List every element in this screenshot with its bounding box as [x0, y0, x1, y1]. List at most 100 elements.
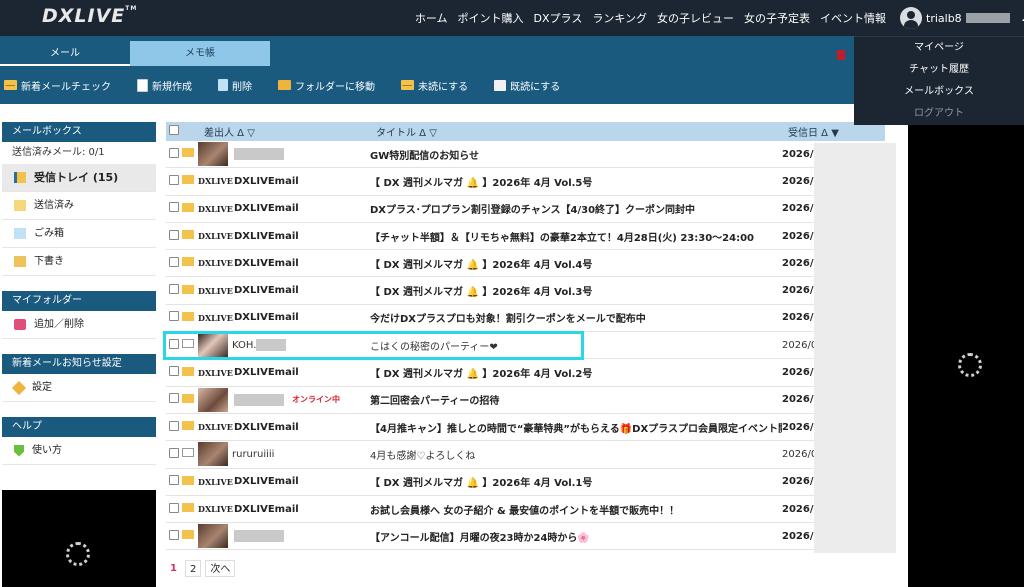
top-navbar: DXLIVETM ホーム ポイント購入 DXプラス ランキング 女の子レビュー … [0, 0, 1024, 36]
mail-row[interactable]: DXLIVE DXLIVEmail 【 DX 週刊メルマガ 🔔 】2026年 4月 … [166, 469, 885, 496]
mail-checkbox[interactable] [169, 366, 179, 377]
sidebar-item-sent[interactable]: 送信済み [2, 192, 156, 220]
page-2[interactable]: 2 [184, 560, 202, 577]
dxlive-sender-logo: DXLIVE [198, 176, 233, 187]
mail-checkbox[interactable] [169, 311, 179, 322]
add-delete-label: 追加／削除 [34, 318, 84, 330]
mail-row[interactable]: DXLIVE DXLIVEmail 今だけDXプラスプロも対象！割引クーポンをメール… [166, 305, 885, 333]
menu-logout[interactable]: ログアウト [854, 103, 1024, 125]
menu-mypage[interactable]: マイページ [854, 37, 1024, 59]
compose-button[interactable]: 新規作成 [137, 78, 192, 93]
open-envelope-icon [494, 79, 507, 91]
mail-checkbox[interactable] [169, 447, 179, 458]
sidebar-item-add-delete[interactable]: 追加／削除 [2, 311, 156, 339]
pagination: 1 2 次へ [166, 560, 236, 577]
check-new-mail-button[interactable]: 新着メールチェック [4, 78, 111, 93]
mail-title[interactable]: 【 DX 週刊メルマガ 🔔 】2026年 4月 Vol.1号 [370, 474, 782, 489]
mailbox-heading: メールボックス [2, 122, 156, 142]
mail-checkbox[interactable] [169, 284, 179, 295]
mail-checkbox[interactable] [169, 256, 179, 267]
dxlive-sender-logo: DXLIVE [198, 203, 233, 214]
move-to-folder-button[interactable]: フォルダーに移動 [278, 78, 375, 93]
mail-title[interactable]: 【 DX 週刊メルマガ 🔔 】2026年 4月 Vol.2号 [370, 365, 782, 380]
online-badge: オンライン中 [292, 395, 340, 405]
mail-title[interactable]: 【アンコール配信】月曜の夜23時か24時から🌸 [370, 529, 782, 544]
sort-by-title[interactable]: タイトル Δ ▽ [376, 124, 788, 139]
dxlive-sender-logo: DXLIVE [198, 231, 233, 242]
next-page-button[interactable]: 次へ [205, 560, 236, 577]
envelope-icon [182, 175, 194, 185]
mail-title[interactable]: 4月も感謝♡よろしくね [370, 447, 782, 462]
menu-chat-history[interactable]: チャット履歴 [854, 59, 1024, 81]
mail-row[interactable]: DXLIVE DXLIVEmail 【 DX 週刊メルマガ 🔔 】2026年 4月 … [166, 359, 885, 387]
nav-buy-points[interactable]: ポイント購入 [458, 10, 524, 26]
mail-row[interactable]: DXLIVE DXLIVEmail DXプラス･プロプラン割引登録のチャンス【4/3… [166, 196, 885, 223]
mail-checkbox[interactable] [169, 529, 179, 540]
sidebar-item-inbox[interactable]: 受信トレイ (15) [2, 164, 156, 192]
mail-checkbox[interactable] [169, 202, 179, 213]
nav-dx-plus[interactable]: DXプラス [534, 10, 583, 26]
sidebar-item-settings[interactable]: 設定 [2, 374, 156, 402]
sort-by-date[interactable]: 受信日 Δ ▼ [788, 124, 864, 139]
mail-title[interactable]: 【チャット半額】＆【リモちゃ無料】の豪華2本立て！4月28日(火) 23:30～… [370, 229, 782, 244]
sender-name: DXLIVEmail [234, 503, 299, 515]
sidebar-item-drafts[interactable]: 下書き [2, 248, 156, 276]
mark-unread-button[interactable]: 未読にする [401, 78, 468, 93]
tab-memo[interactable]: メモ帳 [130, 41, 270, 66]
mail-checkbox[interactable] [169, 229, 179, 240]
left-ad-area [2, 490, 156, 587]
mail-sender: DXLIVE DXLIVEmail [198, 203, 370, 214]
mail-checkbox[interactable] [169, 502, 179, 513]
mail-title[interactable]: GW特別配信のお知らせ [370, 147, 782, 162]
mail-title[interactable]: DXプラス･プロプラン割引登録のチャンス【4/30終了】クーポン同封中 [370, 201, 782, 216]
nav-ranking[interactable]: ランキング [592, 10, 647, 26]
mail-checkbox[interactable] [169, 147, 179, 158]
mail-row[interactable]: 【アンコール配信】月曜の夜23時か24時から🌸 2026/ [166, 523, 885, 551]
nav-girl-schedule[interactable]: 女の子予定表 [744, 10, 810, 26]
sidebar-item-howto[interactable]: 使い方 [2, 437, 156, 465]
sidebar-item-trash[interactable]: ごみ箱 [2, 220, 156, 248]
sender-name: DXLIVEmail [234, 312, 299, 324]
sort-by-sender[interactable]: 差出人 Δ ▽ [204, 124, 376, 139]
mail-row[interactable]: DXLIVE DXLIVEmail 【 DX 週刊メルマガ 🔔 】2026年 4月 … [166, 250, 885, 278]
nav-events[interactable]: イベント情報 [820, 10, 886, 26]
mail-sender: DXLIVE DXLIVEmail [198, 285, 370, 296]
mail-title[interactable]: お試し会員様へ 女の子紹介 & 最安値のポイントを半額で販売中！！ [370, 502, 782, 517]
mail-row[interactable]: DXLIVE DXLIVEmail 【 DX 週刊メルマガ 🔔 】2026年 4月 … [166, 168, 885, 196]
user-dropdown-menu: マイページ チャット履歴 メールボックス ログアウト [854, 36, 1024, 125]
mail-checkbox[interactable] [169, 393, 179, 404]
mark-read-button[interactable]: 既読にする [494, 78, 560, 93]
help-heading: ヘルプ [2, 417, 156, 437]
mail-row[interactable]: オンライン中 第二回密会パーティーの招待 2026/ [166, 387, 885, 414]
open-envelope-icon [182, 448, 194, 458]
mail-title[interactable]: 【 DX 週刊メルマガ 🔔 】2026年 4月 Vol.3号 [370, 283, 782, 298]
mail-row[interactable]: rururuiiii 4月も感謝♡よろしくね 2026/0 [166, 441, 885, 469]
mail-title[interactable]: 【 DX 週刊メルマガ 🔔 】2026年 4月 Vol.5号 [370, 174, 782, 189]
mail-checkbox[interactable] [169, 420, 179, 431]
mail-row[interactable]: DXLIVE DXLIVEmail 【チャット半額】＆【リモちゃ無料】の豪華2本立て… [166, 223, 885, 251]
mail-row[interactable]: DXLIVE DXLIVEmail 【4月推キャン】推しとの時間で“豪華特典”がもら… [166, 414, 885, 442]
mail-title[interactable]: 今だけDXプラスプロも対象！割引クーポンをメールで配布中 [370, 310, 782, 325]
menu-mailbox[interactable]: メールボックス [854, 81, 1024, 103]
dxlive-sender-logo: DXLIVE [198, 285, 233, 296]
mail-list-header: 差出人 Δ ▽ タイトル Δ ▽ 受信日 Δ ▼ [166, 122, 885, 141]
tab-mail[interactable]: メール [0, 41, 130, 66]
trash-icon [218, 79, 228, 91]
mail-row[interactable]: GW特別配信のお知らせ 2026/ [166, 141, 885, 169]
user-menu-toggle[interactable]: trialb8 [900, 4, 1024, 32]
envelope-icon [182, 366, 194, 376]
mail-checkbox[interactable] [169, 475, 179, 486]
select-all-checkbox[interactable] [169, 125, 179, 135]
nav-home[interactable]: ホーム [415, 10, 448, 26]
delete-button[interactable]: 削除 [218, 78, 252, 93]
nav-girl-review[interactable]: 女の子レビュー [657, 10, 734, 26]
mail-title[interactable]: 【 DX 週刊メルマガ 🔔 】2026年 4月 Vol.4号 [370, 256, 782, 271]
envelope-icon [182, 393, 194, 403]
mail-row[interactable]: DXLIVE DXLIVEmail 【 DX 週刊メルマガ 🔔 】2026年 4月 … [166, 277, 885, 305]
mail-row[interactable]: DXLIVE DXLIVEmail お試し会員様へ 女の子紹介 & 最安値のポイント… [166, 496, 885, 524]
mail-title[interactable]: 第二回密会パーティーの招待 [370, 392, 782, 407]
mail-title[interactable]: 【4月推キャン】推しとの時間で“豪華特典”がもらえる🎁DXプラスプロ会員限定イベ… [370, 420, 782, 435]
dxlive-logo[interactable]: DXLIVETM [42, 5, 137, 27]
mail-checkbox[interactable] [169, 174, 179, 185]
page-1[interactable]: 1 [166, 560, 181, 577]
